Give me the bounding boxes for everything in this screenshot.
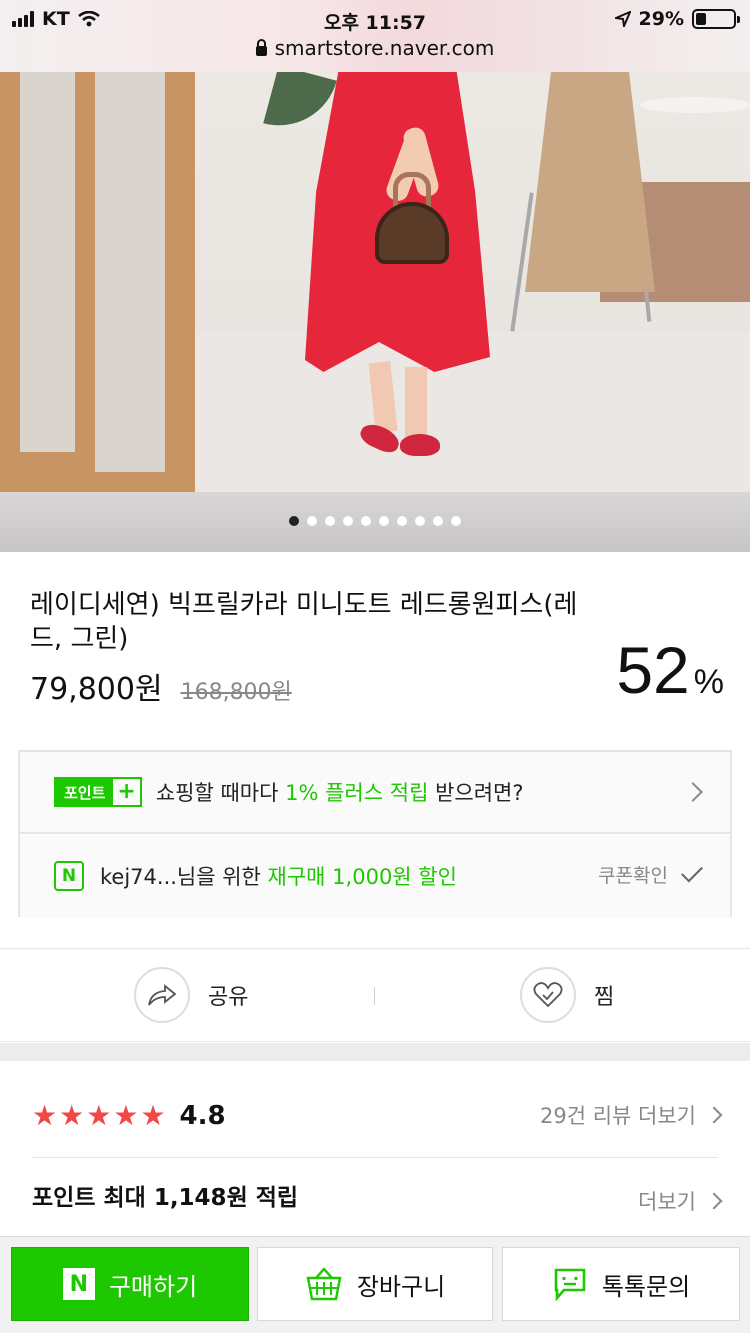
gallery-dot[interactable] — [433, 516, 443, 526]
battery-icon — [692, 9, 740, 29]
gallery-dot[interactable] — [451, 516, 461, 526]
heart-icon — [520, 967, 576, 1023]
action-divider — [374, 987, 375, 1005]
gallery-dot[interactable] — [289, 516, 299, 526]
rating-value: 4.8 — [179, 1101, 226, 1131]
status-right: 29% — [614, 8, 740, 30]
cart-button[interactable]: 장바구니 — [257, 1247, 493, 1321]
check-icon — [681, 860, 703, 883]
wish-label: 찜 — [594, 985, 615, 1010]
points-summary: 포인트 최대 1,148원 적립 더보기 — [32, 1178, 723, 1228]
review-summary: ★ ★ ★ ★ ★ 4.8 29건 리뷰 더보기 — [32, 1086, 723, 1146]
star-rating: ★ ★ ★ ★ ★ — [32, 1102, 166, 1130]
discount-value: 52 — [616, 633, 690, 707]
cafe-table — [640, 97, 750, 113]
url-bar[interactable]: smartstore.naver.com — [0, 36, 750, 60]
battery-percent: 29% — [638, 8, 684, 30]
cart-label: 장바구니 — [356, 1272, 446, 1301]
points-more-link[interactable]: 더보기 — [638, 1186, 723, 1216]
naver-n-icon: N — [54, 861, 84, 891]
plant-leaf — [263, 72, 337, 139]
lock-icon — [255, 39, 267, 56]
chevron-right-icon — [705, 1192, 723, 1210]
point-plus-banner[interactable]: 포인트 + 쇼핑할 때마다 1% 플러스 적립 받으려면? — [20, 752, 730, 834]
product-image-gallery[interactable] — [0, 72, 750, 552]
price-row: 79,800원 168,800원 — [30, 664, 292, 708]
gallery-dot[interactable] — [415, 516, 425, 526]
row-divider — [32, 1157, 718, 1158]
star-icon: ★ — [113, 1099, 139, 1132]
benefit-box: 포인트 + 쇼핑할 때마다 1% 플러스 적립 받으려면? N kej74...님… — [18, 750, 732, 917]
coupon-row[interactable]: N kej74...님을 위한 재구매 1,000원 할인 쿠폰확인 — [20, 835, 730, 917]
action-row: 공유 찜 — [0, 948, 750, 1042]
point-plus-badge: 포인트 + — [54, 777, 142, 807]
gallery-dot[interactable] — [307, 516, 317, 526]
point-text: 쇼핑할 때마다 1% 플러스 적립 받으려면? — [155, 781, 524, 805]
point-badge-label: 포인트 — [56, 779, 114, 805]
status-bar: KT 오후 11:57 29% smartstore.naver.com — [0, 0, 750, 72]
naver-n-icon: N — [62, 1268, 95, 1300]
share-arrow-icon — [134, 967, 190, 1023]
gallery-pagination — [0, 516, 750, 526]
location-arrow-icon — [614, 11, 631, 27]
section-divider — [0, 1043, 750, 1061]
chevron-right-icon — [683, 782, 703, 802]
original-price: 168,800원 — [180, 680, 292, 705]
bottom-action-bar: N 구매하기 장바구니 톡톡문의 — [0, 1236, 750, 1333]
wish-button[interactable]: 찜 — [520, 967, 614, 1023]
gallery-dot[interactable] — [343, 516, 353, 526]
product-title: 레이디세연) 빅프릴카라 미니도트 레드롱원피스(레드, 그린) — [30, 590, 578, 654]
star-icon: ★ — [140, 1099, 166, 1132]
basket-icon — [306, 1267, 342, 1301]
share-button[interactable]: 공유 — [134, 967, 248, 1023]
coupon-text: kej74...님을 위한 재구매 1,000원 할인 — [100, 865, 457, 889]
plus-icon: + — [117, 779, 136, 804]
points-text: 포인트 최대 1,148원 적립 — [32, 1185, 299, 1211]
chevron-right-icon — [705, 1106, 723, 1124]
discount-rate: 52% — [616, 632, 724, 708]
gallery-dot[interactable] — [379, 516, 389, 526]
star-icon: ★ — [32, 1099, 58, 1132]
coat — [525, 72, 655, 292]
buy-label: 구매하기 — [108, 1272, 198, 1301]
gallery-dot[interactable] — [325, 516, 335, 526]
talk-bubble-icon — [554, 1268, 586, 1301]
talk-inquiry-button[interactable]: 톡톡문의 — [502, 1247, 740, 1321]
window-frame — [0, 72, 195, 492]
star-icon: ★ — [86, 1099, 112, 1132]
sale-price: 79,800원 — [30, 672, 163, 707]
gallery-dot[interactable] — [361, 516, 371, 526]
share-label: 공유 — [208, 985, 249, 1010]
talk-label: 톡톡문의 — [601, 1272, 691, 1301]
discount-unit: % — [693, 663, 724, 701]
gallery-dot[interactable] — [397, 516, 407, 526]
coupon-check-button[interactable]: 쿠폰확인 — [598, 860, 703, 888]
buy-button[interactable]: N 구매하기 — [11, 1247, 249, 1321]
review-more-link[interactable]: 29건 리뷰 더보기 — [540, 1100, 723, 1130]
star-icon: ★ — [59, 1099, 85, 1132]
url-text: smartstore.naver.com — [274, 36, 495, 60]
